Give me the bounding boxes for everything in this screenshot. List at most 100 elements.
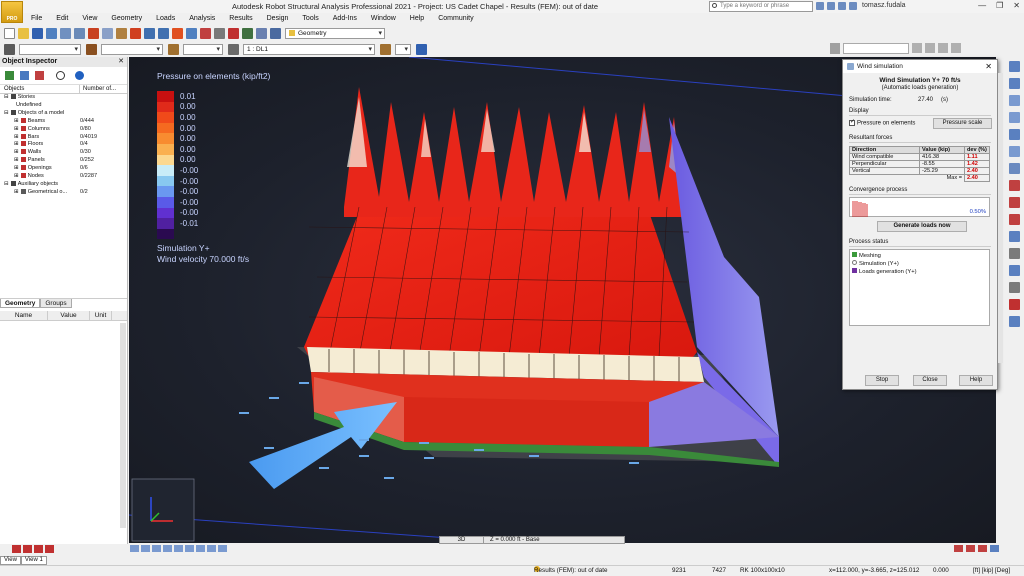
expand-icon[interactable]: ⊞ (14, 189, 19, 195)
tab-view-1[interactable]: View 1 (20, 556, 47, 565)
structure-icon[interactable] (241, 27, 253, 39)
view-mode[interactable]: 3D (440, 537, 484, 543)
close-icon[interactable]: ✕ (1013, 1, 1020, 10)
tab-view[interactable]: View (0, 556, 21, 565)
col-number[interactable]: Number of... (80, 85, 116, 93)
loads-table-icon[interactable] (255, 27, 267, 39)
case-icon[interactable] (167, 43, 179, 55)
tool-icon[interactable] (45, 545, 54, 553)
expand-icon[interactable]: ⊞ (14, 157, 19, 163)
menu-geometry[interactable]: Geometry (104, 14, 149, 24)
tree-item[interactable]: ⊞ Panels 0/252 (0, 157, 127, 165)
tree-item[interactable]: ⊟ Objects of a model (0, 110, 127, 118)
expand-icon[interactable]: ⊟ (4, 94, 9, 100)
node-icon[interactable] (1008, 61, 1020, 72)
display-tool-icon[interactable] (966, 545, 975, 552)
tree-item[interactable]: ⊞ Bars 0/4019 (0, 134, 127, 142)
expand-icon[interactable]: ⊞ (14, 126, 19, 132)
mode-select[interactable] (395, 43, 411, 55)
bar-selection-icon[interactable] (85, 43, 97, 55)
menu-community[interactable]: Community (431, 14, 480, 24)
view-tool-icon[interactable] (174, 545, 183, 552)
pressure-checkbox[interactable]: Pressure on elements (849, 118, 915, 127)
tab-geometry[interactable]: Geometry (0, 299, 41, 308)
units-indicator[interactable]: [ft] [kip] [Deg] (973, 566, 1010, 576)
wall-icon[interactable] (1008, 214, 1020, 225)
help-icon[interactable] (75, 71, 84, 80)
tree-item[interactable]: ⊟ Auxiliary objects (0, 181, 127, 189)
new-file-icon[interactable] (3, 27, 15, 39)
menu-addins[interactable]: Add-Ins (326, 14, 364, 24)
prop-value-header[interactable]: Value (48, 311, 90, 320)
model-info-icon[interactable] (227, 27, 239, 39)
load-icon[interactable] (1008, 180, 1020, 191)
col-objects[interactable]: Objects (0, 85, 80, 93)
dimension-icon[interactable] (1008, 282, 1020, 293)
view-tool-icon[interactable] (130, 545, 139, 552)
user-name[interactable]: tomasz.fudala (862, 2, 906, 9)
menu-help[interactable]: Help (403, 14, 431, 24)
level-indicator[interactable]: Z = 0.000 ft - Base (484, 537, 540, 543)
tree-item[interactable]: ⊟ Stories (0, 94, 127, 102)
generate-loads-button[interactable]: Generate loads now (877, 221, 967, 232)
expand-icon[interactable]: ⊞ (14, 141, 19, 147)
display-icon[interactable] (938, 43, 948, 53)
delete-icon[interactable] (129, 27, 141, 39)
view-tool-icon[interactable] (196, 545, 205, 552)
tree-item[interactable]: ⊞ Floors 0/4 (0, 141, 127, 149)
display-tool-icon[interactable] (978, 545, 987, 552)
support-icon[interactable] (1008, 129, 1020, 140)
bar-select[interactable] (101, 43, 163, 55)
properties-scrollbar[interactable] (120, 323, 126, 528)
menu-edit[interactable]: Edit (49, 14, 75, 24)
expand-icon[interactable]: ⊞ (14, 118, 19, 124)
next-case-icon[interactable] (379, 43, 391, 55)
key-icon[interactable] (827, 2, 835, 10)
copy-icon[interactable] (101, 27, 113, 39)
view-tool-icon[interactable] (152, 545, 161, 552)
tool-icon[interactable] (23, 545, 32, 553)
tool-icon[interactable] (12, 545, 21, 553)
case-list-icon[interactable] (227, 43, 239, 55)
layout-select[interactable]: Geometry (285, 27, 385, 39)
tree-item[interactable]: ⊞ Openings 0/6 (0, 165, 127, 173)
star-icon[interactable] (838, 2, 846, 10)
expand-icon[interactable]: ⊞ (14, 165, 19, 171)
panel-icon[interactable] (1008, 197, 1020, 208)
prop-unit-header[interactable]: Unit (90, 311, 112, 320)
filter-icon[interactable] (5, 71, 14, 80)
expand-icon[interactable]: ⊟ (4, 181, 9, 187)
minimize-icon[interactable]: — (978, 1, 986, 10)
open-file-icon[interactable] (17, 27, 29, 39)
prop-name-header[interactable]: Name (0, 311, 48, 320)
menu-view[interactable]: View (75, 14, 104, 24)
display-tool-icon[interactable] (954, 545, 963, 552)
close-button[interactable]: Close (913, 375, 947, 386)
design-icon[interactable] (1008, 299, 1020, 310)
dialog-close-icon[interactable]: ✕ (985, 62, 992, 71)
tree-item[interactable]: ⊞ Columns 0/80 (0, 126, 127, 134)
menu-window[interactable]: Window (364, 14, 403, 24)
table-icon[interactable] (1008, 248, 1020, 259)
menu-design[interactable]: Design (260, 14, 296, 24)
tree-item[interactable]: ⊞ Nodes 0/2287 (0, 173, 127, 181)
clear-icon[interactable] (35, 71, 44, 80)
view-tool-icon[interactable] (218, 545, 227, 552)
material-icon[interactable] (1008, 112, 1020, 123)
report-icon[interactable] (269, 27, 281, 39)
maximize-icon[interactable]: ❐ (996, 1, 1003, 10)
expand-icon[interactable]: ⊟ (4, 110, 9, 116)
print-icon[interactable] (45, 27, 57, 39)
undo-icon[interactable] (143, 27, 155, 39)
view-icon[interactable] (415, 43, 427, 55)
user-icon[interactable] (849, 2, 857, 10)
menu-tools[interactable]: Tools (295, 14, 325, 24)
node-select[interactable] (19, 43, 81, 55)
release-icon[interactable] (1008, 146, 1020, 157)
menu-analysis[interactable]: Analysis (182, 14, 222, 24)
hierarchy-icon[interactable] (20, 71, 29, 80)
binoculars-icon[interactable] (816, 2, 824, 10)
stop-button[interactable]: Stop (865, 375, 899, 386)
pressure-scale-button[interactable]: Pressure scale (933, 118, 992, 129)
grid-icon[interactable] (925, 43, 935, 53)
